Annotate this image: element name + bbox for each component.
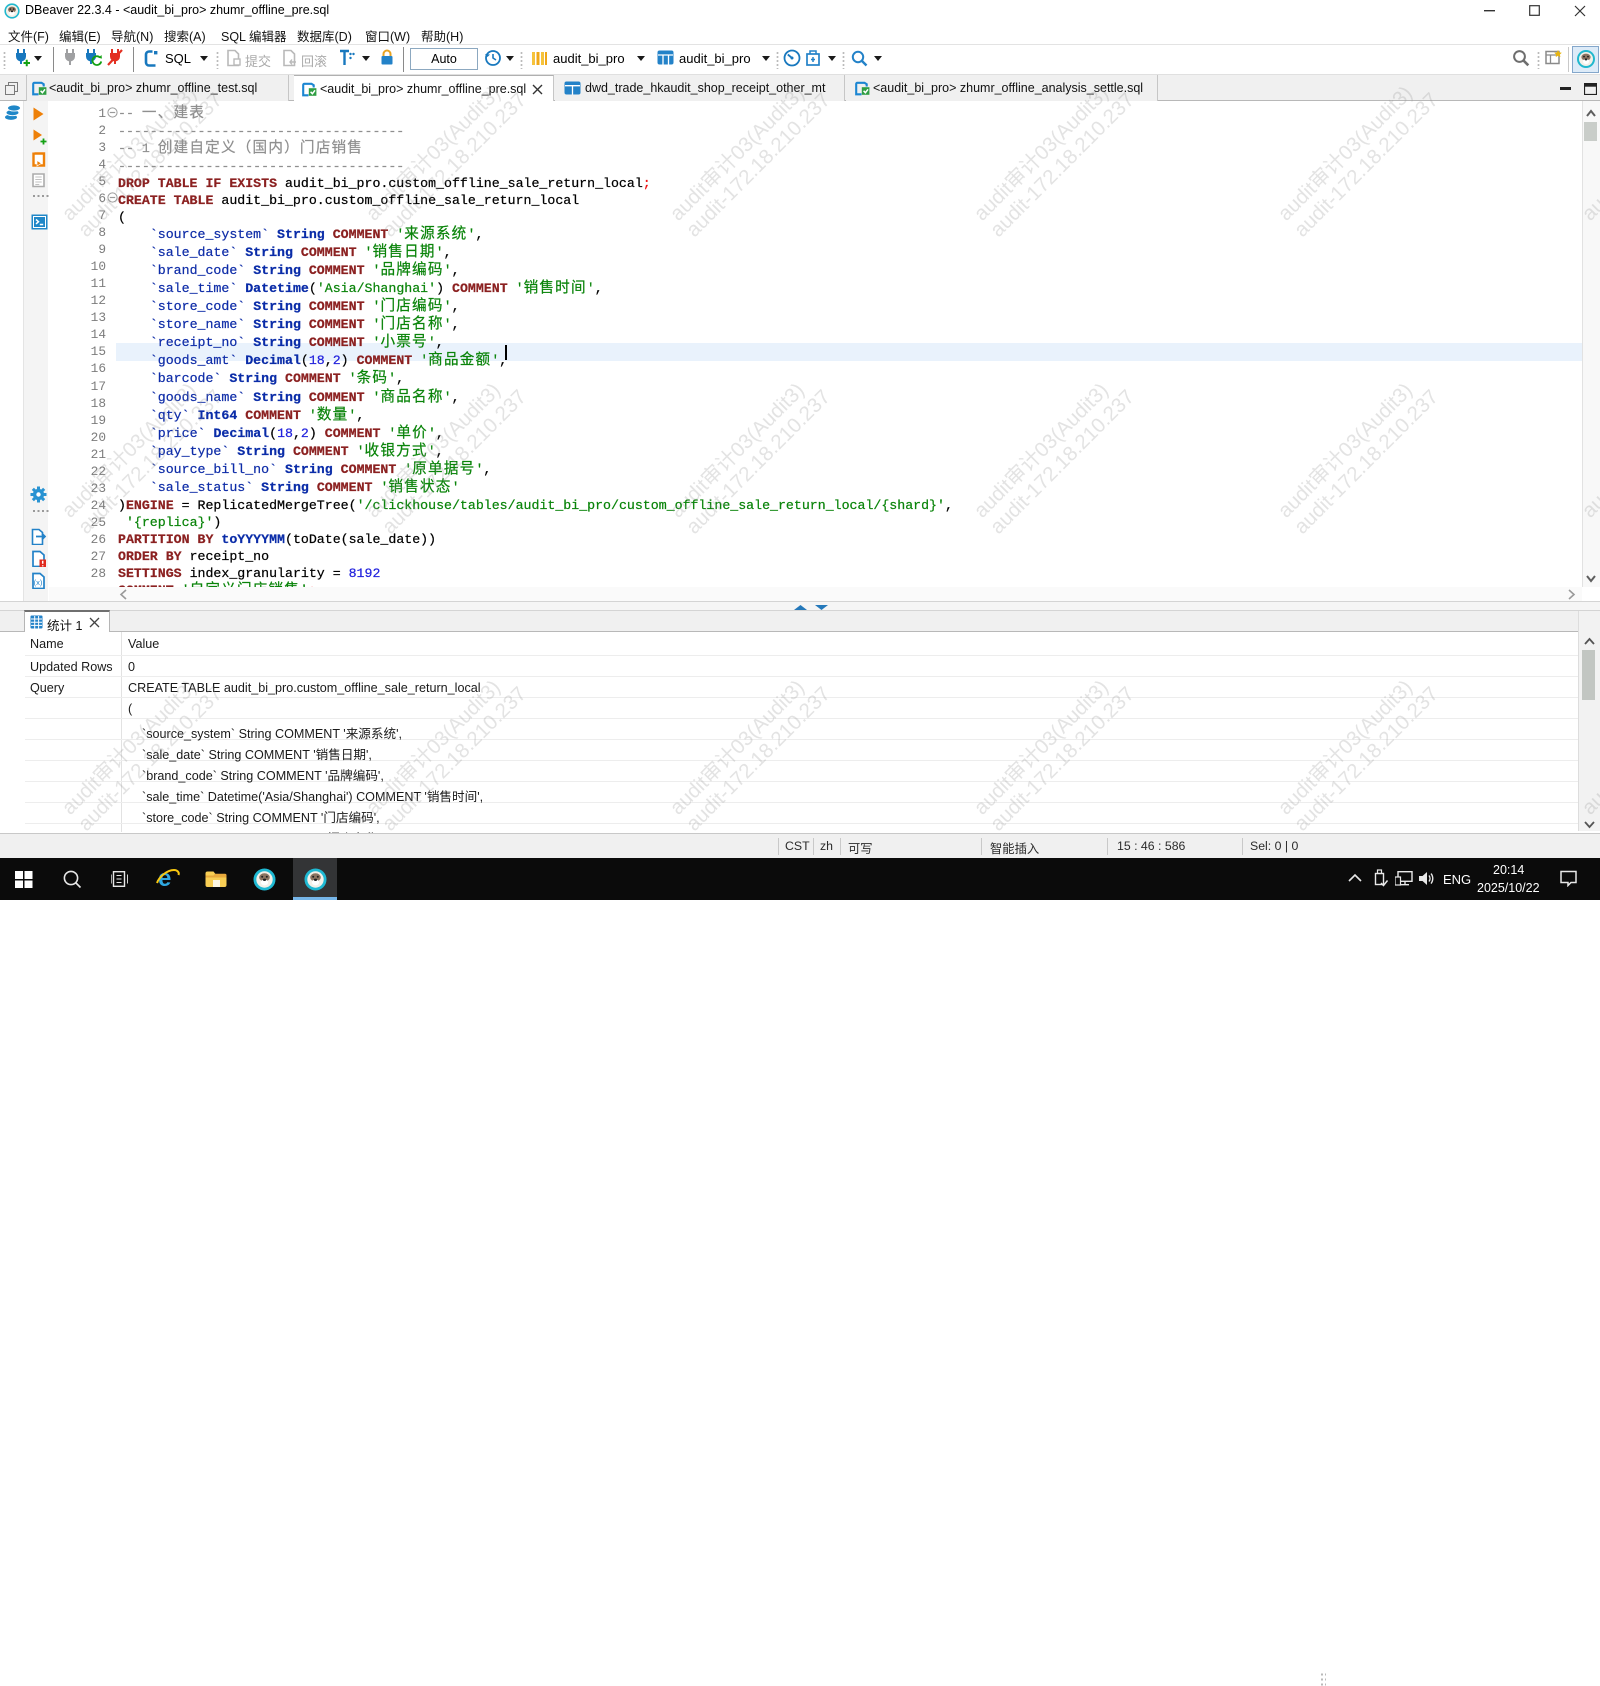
svg-text:(x): (x)	[34, 578, 43, 587]
